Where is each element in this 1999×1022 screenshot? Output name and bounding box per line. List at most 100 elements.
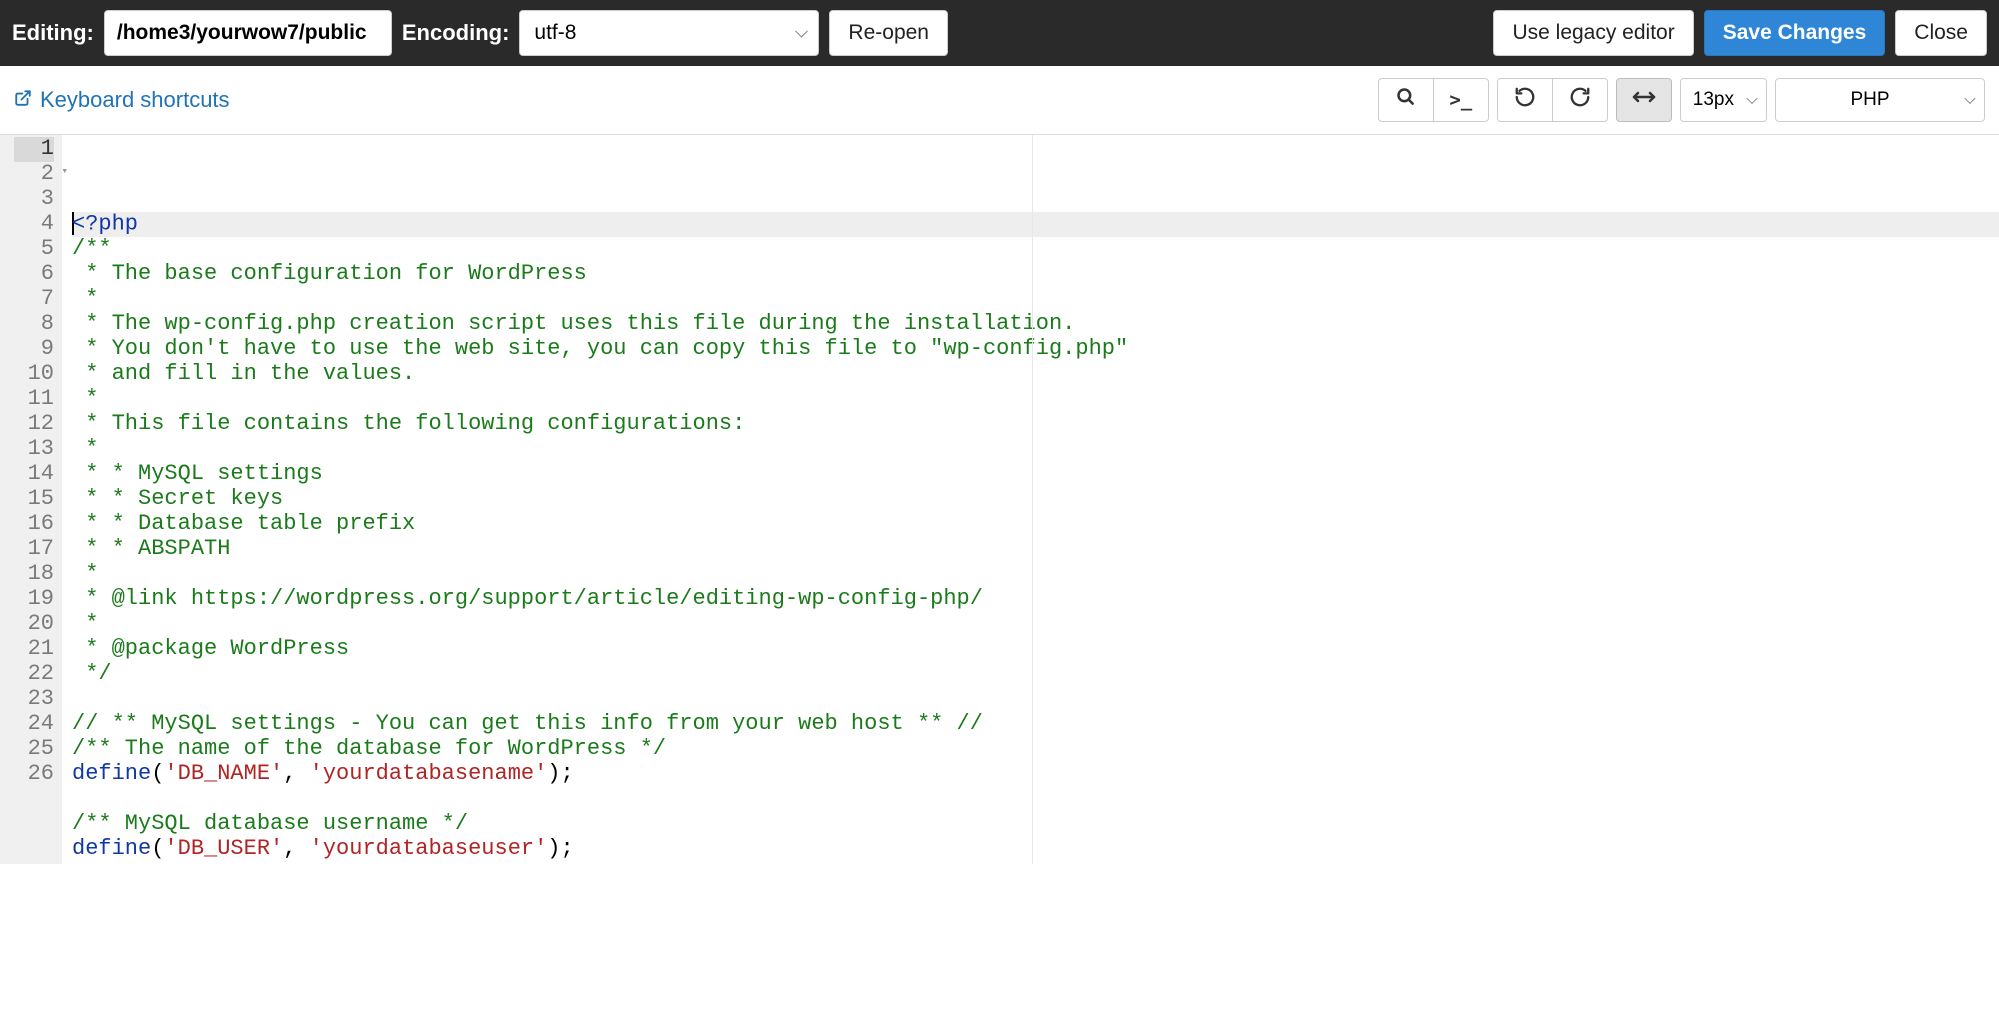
redo-button[interactable] [1552, 78, 1608, 122]
code-line[interactable]: * [72, 612, 1999, 637]
code-token: define [72, 836, 151, 861]
search-icon [1396, 87, 1416, 113]
code-line[interactable]: define('DB_NAME', 'yourdatabasename'); [72, 762, 1999, 787]
line-number: 3 [14, 187, 54, 212]
code-token: * [72, 561, 98, 586]
code-token: define [72, 761, 151, 786]
code-token: ( [151, 836, 164, 861]
undo-redo-group [1497, 78, 1608, 122]
terminal-icon: >_ [1449, 89, 1472, 111]
line-number: 13 [14, 437, 54, 462]
code-line[interactable]: * @package WordPress [72, 637, 1999, 662]
code-line[interactable]: * [72, 287, 1999, 312]
code-line[interactable]: * You don't have to use the web site, yo… [72, 337, 1999, 362]
code-token: 'yourdatabasename' [310, 761, 548, 786]
code-line[interactable]: * [72, 437, 1999, 462]
fontsize-value: 13px [1693, 89, 1734, 111]
reopen-button[interactable]: Re-open [829, 10, 948, 56]
line-number: 10 [14, 362, 54, 387]
code-token: * * Secret keys [72, 486, 283, 511]
line-number: 2▾ [14, 162, 54, 187]
code-line[interactable]: /** The name of the database for WordPre… [72, 737, 1999, 762]
code-token: <?php [72, 211, 138, 236]
undo-button[interactable] [1497, 78, 1553, 122]
line-number: 7 [14, 287, 54, 312]
code-token: ); [547, 836, 573, 861]
keyboard-shortcuts-label: Keyboard shortcuts [40, 87, 230, 113]
code-line[interactable]: <?php [72, 212, 1999, 237]
line-number: 17 [14, 537, 54, 562]
code-line[interactable]: * @link https://wordpress.org/support/ar… [72, 587, 1999, 612]
line-number: 5 [14, 237, 54, 262]
line-number: 18 [14, 562, 54, 587]
code-token: * * MySQL settings [72, 461, 323, 486]
code-line[interactable]: * * Secret keys [72, 487, 1999, 512]
code-line[interactable]: * [72, 562, 1999, 587]
code-token: * This file contains the following confi… [72, 411, 745, 436]
code-token: */ [72, 661, 112, 686]
code-token: * The base configuration for WordPress [72, 261, 587, 286]
wrap-toggle-button[interactable] [1616, 78, 1672, 122]
search-button[interactable] [1378, 78, 1434, 122]
code-token: * @link https://wordpress.org/support/ar… [72, 586, 983, 611]
code-token: * [72, 436, 98, 461]
line-number: 14 [14, 462, 54, 487]
external-link-icon [14, 87, 32, 113]
code-token: /** [72, 236, 112, 261]
code-line[interactable]: */ [72, 662, 1999, 687]
line-number: 22 [14, 662, 54, 687]
line-number: 8 [14, 312, 54, 337]
encoding-select[interactable]: utf-8 [519, 10, 819, 56]
code-line[interactable] [72, 687, 1999, 712]
code-line[interactable]: * The base configuration for WordPress [72, 262, 1999, 287]
line-number: 24 [14, 712, 54, 737]
line-number: 26 [14, 762, 54, 787]
language-select[interactable]: PHP [1775, 78, 1985, 122]
save-changes-button[interactable]: Save Changes [1704, 10, 1886, 56]
code-token: /** The name of the database for WordPre… [72, 736, 666, 761]
line-number: 25 [14, 737, 54, 762]
print-margin [1032, 135, 1033, 864]
code-line[interactable]: * and fill in the values. [72, 362, 1999, 387]
code-token: ( [151, 761, 164, 786]
editing-label: Editing: [12, 20, 94, 46]
horizontal-arrows-icon [1632, 89, 1656, 111]
code-line[interactable]: // ** MySQL settings - You can get this … [72, 712, 1999, 737]
code-line[interactable]: * The wp-config.php creation script uses… [72, 312, 1999, 337]
line-number: 4 [14, 212, 54, 237]
fontsize-select[interactable]: 13px [1680, 78, 1767, 122]
line-number: 9 [14, 337, 54, 362]
code-token: * [72, 611, 98, 636]
code-area[interactable]: <?php/** * The base configuration for Wo… [62, 135, 1999, 864]
encoding-label: Encoding: [402, 20, 510, 46]
code-line[interactable]: * This file contains the following confi… [72, 412, 1999, 437]
code-line[interactable]: /** [72, 237, 1999, 262]
code-line[interactable]: * * MySQL settings [72, 462, 1999, 487]
filepath-input[interactable] [104, 10, 392, 56]
line-number: 23 [14, 687, 54, 712]
code-token: * * ABSPATH [72, 536, 230, 561]
close-button[interactable]: Close [1895, 10, 1987, 56]
code-line[interactable] [72, 787, 1999, 812]
code-token: * [72, 286, 98, 311]
line-number: 19 [14, 587, 54, 612]
code-editor[interactable]: 12▾3456789101112131415161718192021222324… [0, 135, 1999, 864]
code-line[interactable]: define('DB_USER', 'yourdatabaseuser'); [72, 837, 1999, 862]
code-token: 'DB_USER' [164, 836, 283, 861]
line-number: 6 [14, 262, 54, 287]
line-number: 12 [14, 412, 54, 437]
line-number-gutter: 12▾3456789101112131415161718192021222324… [0, 135, 62, 864]
keyboard-shortcuts-link[interactable]: Keyboard shortcuts [14, 87, 230, 113]
encoding-value: utf-8 [534, 21, 576, 45]
code-line[interactable]: /** MySQL database username */ [72, 812, 1999, 837]
search-terminal-group: >_ [1378, 78, 1489, 122]
code-token: * and fill in the values. [72, 361, 415, 386]
line-number: 21 [14, 637, 54, 662]
code-line[interactable]: * * ABSPATH [72, 537, 1999, 562]
code-line[interactable]: * * Database table prefix [72, 512, 1999, 537]
use-legacy-editor-button[interactable]: Use legacy editor [1493, 10, 1693, 56]
code-line[interactable]: * [72, 387, 1999, 412]
terminal-button[interactable]: >_ [1433, 78, 1489, 122]
editor-topbar: Editing: Encoding: utf-8 Re-open Use leg… [0, 0, 1999, 66]
undo-icon [1514, 86, 1536, 114]
